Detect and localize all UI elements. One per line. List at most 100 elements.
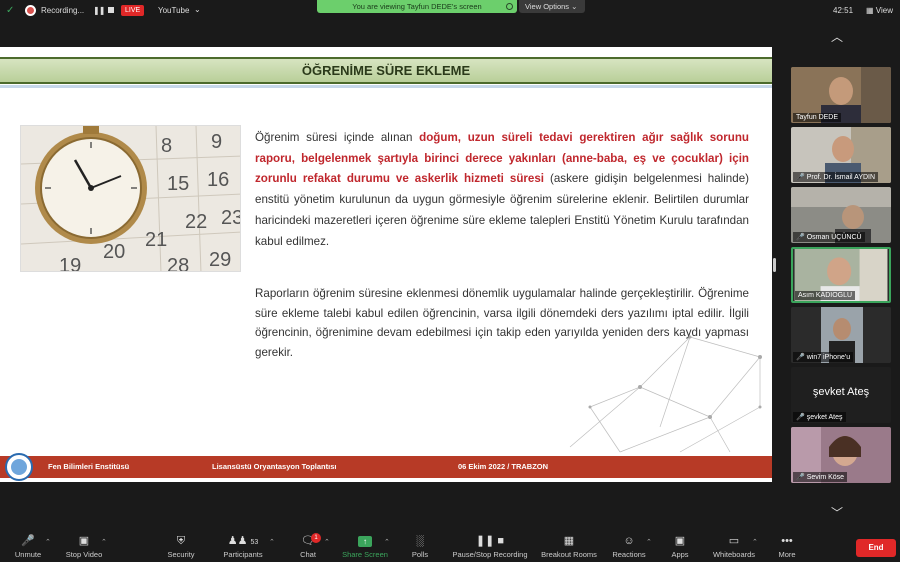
footer-date-place: 06 Ekim 2022 / TRABZON bbox=[458, 462, 549, 471]
pause-recording-icon[interactable]: ❚❚ bbox=[93, 6, 105, 15]
participant-name: Tayfun DEDE bbox=[793, 113, 842, 122]
participants-label: Participants bbox=[223, 550, 263, 559]
participants-button[interactable]: ♟♟ 53 Participants bbox=[220, 535, 266, 559]
unmute-label: Unmute bbox=[14, 550, 42, 559]
clock-calendar-image: 8 9 15 16 22 23 20 21 19 28 29 bbox=[20, 125, 241, 272]
live-badge: LIVE bbox=[121, 5, 145, 16]
view-options-label: View Options bbox=[525, 2, 570, 11]
chevron-up-icon[interactable]: ⌃ bbox=[384, 538, 390, 546]
smiley-icon: ☺ bbox=[623, 535, 635, 547]
participant-name: Asım KADIOGLU bbox=[795, 291, 856, 300]
chevron-up-icon[interactable]: ︿ bbox=[831, 28, 843, 45]
stop-video-button[interactable]: ▣ Stop Video bbox=[62, 535, 106, 559]
chevron-down-icon[interactable]: ⌄ bbox=[194, 5, 201, 14]
participant-name-text: win7 iPhone'u bbox=[806, 354, 851, 361]
chevron-up-icon[interactable]: ⌃ bbox=[646, 538, 652, 546]
chevron-up-icon[interactable]: ⌃ bbox=[269, 538, 275, 546]
security-button[interactable]: ⛨ Security bbox=[162, 535, 200, 559]
apps-icon: ▣ bbox=[674, 535, 686, 547]
calendar-number: 16 bbox=[207, 169, 229, 191]
participant-name-text: Osman ÜÇÜNCÜ bbox=[806, 234, 862, 241]
breakout-label: Breakout Rooms bbox=[541, 550, 597, 559]
view-options-button[interactable]: View Options ⌄ bbox=[519, 0, 585, 13]
calendar-number: 23 bbox=[221, 207, 241, 229]
bar-chart-icon: ░ bbox=[416, 535, 424, 547]
video-camera-icon: ▣ bbox=[78, 535, 90, 547]
mic-muted-icon: 🎤 bbox=[796, 234, 805, 241]
participant-tile[interactable]: 🎤 Sevim Köse bbox=[791, 427, 891, 483]
participants-count: 53 bbox=[250, 539, 259, 546]
polls-button[interactable]: ░ Polls bbox=[406, 535, 434, 559]
chat-label: Chat bbox=[300, 550, 316, 559]
share-screen-icon: ↑ bbox=[340, 535, 390, 548]
chevron-up-icon[interactable]: ⌃ bbox=[101, 538, 107, 546]
polls-label: Polls bbox=[411, 550, 429, 559]
end-meeting-button[interactable]: End bbox=[856, 539, 896, 557]
grid-icon: ▦ bbox=[866, 6, 876, 15]
meeting-toolbar: 🎤 Unmute ⌃ ▣ Stop Video ⌃ ⛨ Security ♟♟ 53 P… bbox=[0, 532, 900, 562]
slide-title-divider bbox=[0, 85, 772, 88]
mic-muted-icon: 🎤 bbox=[796, 414, 805, 421]
chevron-up-icon[interactable]: ⌃ bbox=[752, 538, 758, 546]
reactions-button[interactable]: ☺ Reactions bbox=[610, 535, 648, 559]
chevron-down-icon[interactable]: ﹀ bbox=[831, 504, 843, 521]
calendar-number: 22 bbox=[185, 211, 207, 233]
shield-icon[interactable]: ✓ bbox=[6, 5, 16, 16]
participant-name: 🎤 Sevim Köse bbox=[793, 472, 848, 482]
participant-big-name: şevket Ateş bbox=[812, 386, 870, 398]
apps-button[interactable]: ▣ Apps bbox=[667, 535, 693, 559]
apps-label: Apps bbox=[671, 550, 689, 559]
calendar-number: 8 bbox=[161, 135, 172, 157]
more-button[interactable]: ••• More bbox=[776, 535, 798, 559]
participant-tile[interactable]: 🎤 win7 iPhone'u bbox=[791, 307, 891, 363]
view-button[interactable]: ▦ View bbox=[866, 6, 893, 15]
circle-icon bbox=[506, 3, 513, 10]
more-label: More bbox=[778, 550, 796, 559]
participant-name: 🎤 şevket Ateş bbox=[793, 412, 846, 422]
shield-icon: ⛨ bbox=[176, 535, 186, 547]
chevron-down-icon: ⌄ bbox=[571, 2, 578, 11]
participant-name-text: şevket Ateş bbox=[806, 414, 843, 421]
viewing-banner-text: You are viewing Tayfun DEDE's screen bbox=[352, 2, 482, 11]
footer-meeting: Lisansüstü Oryantasyon Toplantısı bbox=[212, 462, 337, 471]
grid-icon: ▦ bbox=[563, 535, 575, 547]
viewing-screen-banner: You are viewing Tayfun DEDE's screen bbox=[317, 0, 517, 13]
participant-tile[interactable]: 🎤 Osman ÜÇÜNCÜ bbox=[791, 187, 891, 243]
participant-name: 🎤 win7 iPhone'u bbox=[793, 352, 854, 362]
calendar-number: 9 bbox=[211, 131, 222, 153]
mic-muted-icon: 🎤 bbox=[796, 354, 805, 361]
pause-recording-label: Pause/Stop Recording bbox=[452, 550, 528, 559]
participant-name-text: Prof. Dr. İsmail AYDIN bbox=[806, 174, 876, 181]
whiteboards-button[interactable]: ▭ Whiteboards bbox=[710, 535, 758, 559]
unmute-button[interactable]: 🎤 Unmute bbox=[10, 535, 46, 559]
whiteboard-icon: ▭ bbox=[728, 535, 740, 547]
chevron-up-icon[interactable]: ⌃ bbox=[324, 538, 330, 546]
participant-tile-active-speaker[interactable]: Asım KADIOGLU bbox=[791, 247, 891, 303]
stop-recording-icon[interactable] bbox=[108, 7, 114, 13]
calendar-number: 19 bbox=[59, 255, 81, 272]
breakout-rooms-button[interactable]: ▦ Breakout Rooms bbox=[539, 535, 599, 559]
share-screen-button[interactable]: ↑ Share Screen bbox=[340, 535, 390, 559]
participant-name: 🎤 Prof. Dr. İsmail AYDIN bbox=[793, 172, 879, 182]
participant-name-text: Sevim Köse bbox=[806, 474, 845, 481]
split-resize-handle[interactable] bbox=[773, 258, 776, 272]
calendar-number: 28 bbox=[167, 255, 189, 272]
calendar-number: 21 bbox=[145, 229, 167, 251]
pause-stop-icon: ❚❚ ■ bbox=[475, 535, 505, 547]
people-icon: ♟♟ 53 bbox=[227, 535, 259, 547]
calendar-number: 15 bbox=[167, 173, 189, 195]
slide-paragraph-1: Öğrenim süresi içinde alınan doğum, uzun… bbox=[255, 128, 749, 252]
recording-label: Recording... bbox=[41, 6, 85, 15]
pause-stop-recording-button[interactable]: ❚❚ ■ Pause/Stop Recording bbox=[450, 535, 530, 559]
participant-tile[interactable]: Tayfun DEDE bbox=[791, 67, 891, 123]
slide-title: ÖĞRENİME SÜRE EKLEME bbox=[0, 59, 772, 82]
calendar-number: 20 bbox=[103, 241, 125, 263]
livestream-target-label[interactable]: YouTube bbox=[158, 6, 189, 15]
chat-unread-badge: 1 bbox=[311, 533, 321, 543]
network-decoration bbox=[569, 335, 762, 453]
participant-tile[interactable]: şevket Ateş 🎤 şevket Ateş bbox=[791, 367, 891, 423]
chevron-up-icon[interactable]: ⌃ bbox=[45, 538, 51, 546]
shared-slide: ÖĞRENİME SÜRE EKLEME 8 9 15 16 22 2 20 2… bbox=[0, 47, 772, 482]
participant-tile[interactable]: 🎤 Prof. Dr. İsmail AYDIN bbox=[791, 127, 891, 183]
stop-video-label: Stop Video bbox=[65, 550, 103, 559]
